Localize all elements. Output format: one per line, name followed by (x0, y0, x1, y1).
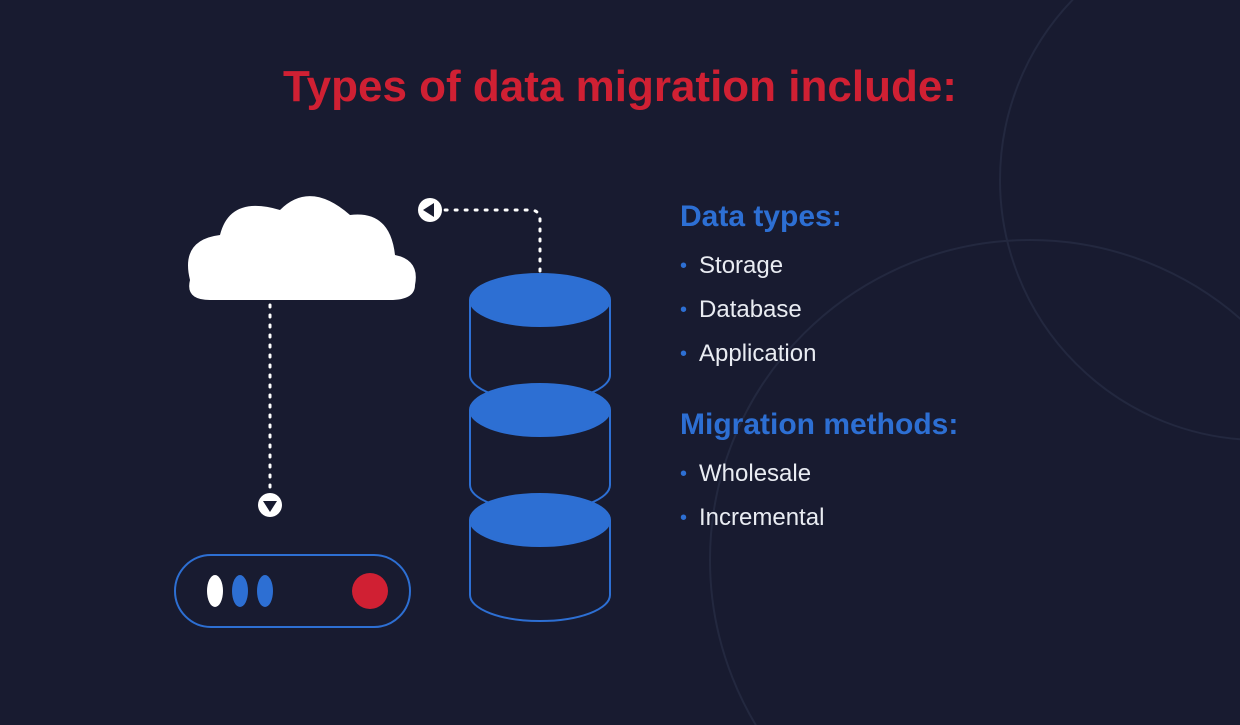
arrow-down-icon (258, 493, 282, 517)
database-stack-icon (470, 274, 610, 621)
migration-methods-list: •Wholesale •Incremental (680, 460, 958, 532)
text-content: Data types: •Storage •Database •Applicat… (680, 200, 958, 572)
page-title: Types of data migration include: (0, 62, 1240, 112)
list-item: •Incremental (680, 504, 958, 532)
list-item: •Wholesale (680, 460, 958, 488)
list-item: •Database (680, 296, 958, 324)
list-item: •Application (680, 340, 958, 368)
data-types-list: •Storage •Database •Application (680, 252, 958, 368)
cloud-icon (188, 196, 416, 300)
list-item: •Storage (680, 252, 958, 280)
migration-graphic (120, 185, 640, 665)
migration-methods-heading: Migration methods: (680, 408, 958, 442)
server-icon (175, 555, 410, 627)
data-types-heading: Data types: (680, 200, 958, 234)
arrow-left-icon (418, 198, 442, 222)
